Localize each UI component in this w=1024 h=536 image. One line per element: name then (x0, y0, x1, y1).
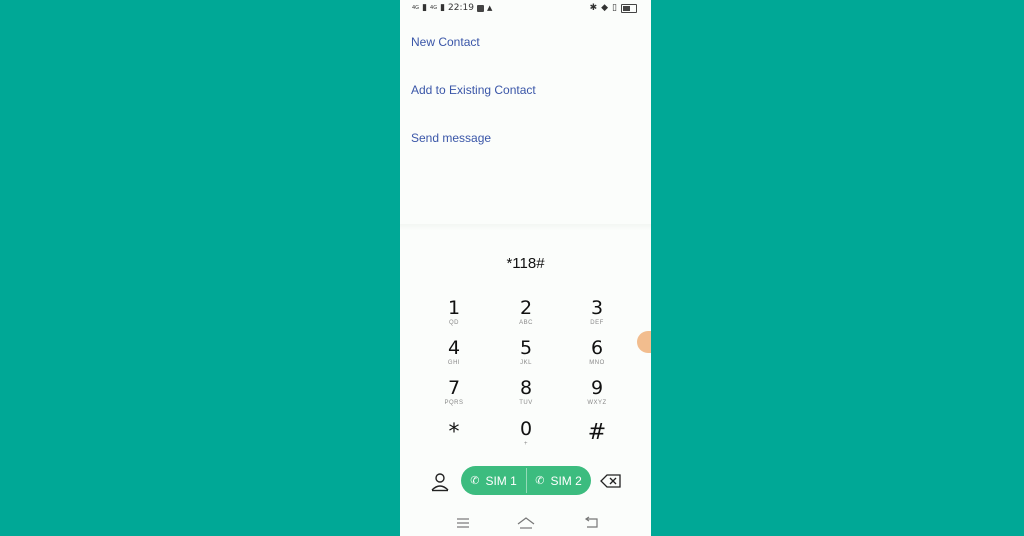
dialer-screen: 4G ▮ 4G ▮ 22:19 ▲ ✱ ◆ ▯ New Contact Add … (400, 0, 651, 536)
key-hash[interactable]: # (567, 418, 627, 456)
key-letters: PQRS (444, 400, 464, 406)
facebook-icon (476, 4, 484, 12)
phone-icon: ✆ (535, 474, 545, 487)
status-bar: 4G ▮ 4G ▮ 22:19 ▲ ✱ ◆ ▯ (400, 0, 651, 18)
new-contact-option[interactable]: New Contact (411, 35, 480, 49)
key-letters: JKL (520, 360, 532, 366)
key-letters: + (523, 441, 528, 447)
key-7[interactable]: 7 PQRS (424, 377, 484, 415)
call-sim1-button[interactable]: ✆ SIM 1 (461, 466, 526, 495)
key-letters: QD (449, 320, 459, 326)
warning-icon: ▲ (486, 4, 493, 12)
divider (400, 224, 651, 230)
sim2-label: SIM 2 (550, 473, 582, 488)
key-letters: TUV (519, 400, 533, 406)
key-5[interactable]: 5 JKL (496, 337, 556, 375)
key-letters: DEF (590, 320, 604, 326)
key-digit: 1 (447, 297, 461, 319)
signal-icon: ▮ (422, 3, 428, 13)
home-icon[interactable] (517, 516, 535, 530)
key-digit: 9 (590, 377, 604, 399)
bluetooth-icon: ✱ (589, 3, 598, 13)
key-letters: GHI (447, 360, 461, 366)
battery-icon (621, 3, 637, 13)
key-symbol: # (587, 420, 607, 445)
volte-icon: ▯ (612, 3, 617, 13)
key-digit: 0 (519, 418, 533, 440)
send-message-option[interactable]: Send message (411, 131, 491, 145)
key-6[interactable]: 6 MNO (567, 337, 627, 375)
key-digit: 4 (447, 337, 461, 359)
key-9[interactable]: 9 WXYZ (567, 377, 627, 415)
key-digit: 7 (447, 377, 461, 399)
sim1-label: SIM 1 (485, 473, 517, 488)
key-symbol: * (448, 420, 460, 445)
clock: 22:19 (448, 3, 474, 13)
call-sim2-button[interactable]: ✆ SIM 2 (526, 466, 591, 495)
key-digit: 6 (590, 337, 604, 359)
shield-icon: ◆ (601, 3, 609, 13)
signal-icon: ▮ (440, 3, 446, 13)
key-0[interactable]: 0 + (496, 418, 556, 456)
key-digit: 5 (519, 337, 533, 359)
backspace-icon[interactable] (600, 473, 622, 489)
key-2[interactable]: 2 ABC (496, 297, 556, 335)
network-indicator-2: 4G (430, 4, 438, 11)
phone-icon: ✆ (470, 474, 480, 487)
key-1[interactable]: 1 QD (424, 297, 484, 335)
network-indicator-1: 4G (412, 4, 420, 11)
key-letters: ABC (519, 320, 533, 326)
key-4[interactable]: 4 GHI (424, 337, 484, 375)
contacts-icon[interactable] (429, 471, 451, 493)
navigation-bar (400, 510, 651, 536)
key-3[interactable]: 3 DEF (567, 297, 627, 335)
back-icon[interactable] (583, 516, 601, 530)
key-digit: 8 (519, 377, 533, 399)
key-star[interactable]: * (424, 418, 484, 456)
key-digit: 3 (590, 297, 604, 319)
sim-call-buttons: ✆ SIM 1 ✆ SIM 2 (461, 466, 591, 495)
key-8[interactable]: 8 TUV (496, 377, 556, 415)
key-letters: WXYZ (587, 400, 607, 406)
key-letters: MNO (589, 360, 605, 366)
key-digit: 2 (519, 297, 533, 319)
menu-icon[interactable] (454, 516, 472, 530)
dialed-number-display[interactable]: *118# (400, 255, 651, 272)
add-to-existing-contact-option[interactable]: Add to Existing Contact (411, 83, 536, 97)
